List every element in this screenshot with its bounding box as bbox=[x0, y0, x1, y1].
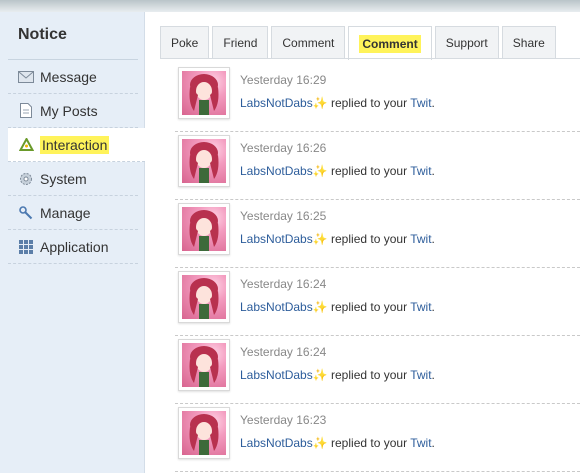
user-link[interactable]: LabsNotDabs bbox=[240, 368, 313, 382]
main-content: Poke Friend Comment Comment Support Shar… bbox=[145, 12, 580, 473]
sidebar-item-label: Application bbox=[40, 238, 109, 255]
avatar[interactable] bbox=[178, 407, 230, 459]
sidebar-title: Notice bbox=[18, 26, 67, 43]
sidebar-item-my-posts[interactable]: My Posts bbox=[8, 94, 138, 128]
tab-label: Poke bbox=[171, 36, 199, 50]
sidebar-item-interaction[interactable]: Interaction bbox=[8, 128, 145, 162]
avatar-image bbox=[182, 343, 226, 387]
tab-label: Comment bbox=[359, 34, 421, 53]
twit-link[interactable]: Twit bbox=[410, 164, 431, 178]
notification-item: Yesterday 16:26 LabsNotDabs✨ replied to … bbox=[175, 132, 580, 200]
twit-link[interactable]: Twit bbox=[410, 436, 431, 450]
tab-label: Comment bbox=[282, 36, 335, 50]
sidebar-item-label: Manage bbox=[40, 204, 91, 221]
notification-end: . bbox=[431, 300, 435, 314]
sparkle-icon: ✨ bbox=[312, 232, 328, 246]
sparkle-icon: ✨ bbox=[312, 96, 328, 110]
document-icon bbox=[18, 103, 34, 119]
notification-text: replied to your bbox=[331, 96, 408, 110]
grid-icon bbox=[18, 239, 34, 255]
twit-link[interactable]: Twit bbox=[410, 96, 431, 110]
tab-comment-active[interactable]: Comment bbox=[348, 26, 432, 60]
notification-item: Yesterday 16:29 LabsNotDabs✨ replied to … bbox=[175, 64, 580, 132]
notification-text: replied to your bbox=[331, 436, 408, 450]
sidebar-item-label: System bbox=[40, 170, 87, 187]
notification-item: Yesterday 16:24 LabsNotDabs✨ replied to … bbox=[175, 268, 580, 336]
tab-label: Friend bbox=[223, 36, 258, 50]
notification-message: LabsNotDabs✨ replied to your Twit. bbox=[240, 300, 435, 314]
notification-time: Yesterday 16:24 bbox=[240, 277, 327, 291]
avatar[interactable] bbox=[178, 67, 230, 119]
envelope-icon bbox=[18, 69, 34, 85]
tab-label: Share bbox=[512, 36, 545, 50]
notification-text: replied to your bbox=[331, 164, 408, 178]
tab-share[interactable]: Share bbox=[501, 26, 556, 59]
user-link[interactable]: LabsNotDabs bbox=[240, 164, 313, 178]
notification-time: Yesterday 16:25 bbox=[240, 209, 327, 223]
tab-support[interactable]: Support bbox=[434, 26, 499, 59]
notification-message: LabsNotDabs✨ replied to your Twit. bbox=[240, 436, 435, 450]
sidebar-item-system[interactable]: System bbox=[8, 162, 138, 196]
sidebar-item-manage[interactable]: Manage bbox=[8, 196, 138, 230]
notification-end: . bbox=[431, 232, 435, 246]
notification-end: . bbox=[431, 368, 435, 382]
avatar-image bbox=[182, 71, 226, 115]
notification-item: Yesterday 16:24 LabsNotDabs✨ replied to … bbox=[175, 336, 580, 404]
sparkle-icon: ✨ bbox=[312, 300, 328, 314]
notification-time: Yesterday 16:23 bbox=[240, 413, 327, 427]
notification-time: Yesterday 16:24 bbox=[240, 345, 327, 359]
tab-poke[interactable]: Poke bbox=[160, 26, 210, 59]
notification-text: replied to your bbox=[331, 300, 408, 314]
notification-item: Yesterday 16:25 LabsNotDabs✨ replied to … bbox=[175, 200, 580, 268]
top-banner-strip bbox=[0, 0, 580, 12]
sidebar-item-message[interactable]: Message bbox=[8, 60, 138, 94]
notice-tabs: Poke Friend Comment Comment Support Shar… bbox=[160, 26, 559, 60]
avatar-image bbox=[182, 139, 226, 183]
sidebar-item-label: Interaction bbox=[40, 135, 110, 154]
sidebar-item-label: Message bbox=[40, 68, 97, 85]
avatar-image bbox=[182, 275, 226, 319]
twit-link[interactable]: Twit bbox=[410, 232, 431, 246]
avatar[interactable] bbox=[178, 271, 230, 323]
user-link[interactable]: LabsNotDabs bbox=[240, 232, 313, 246]
notification-end: . bbox=[431, 96, 435, 110]
sparkle-icon: ✨ bbox=[312, 368, 328, 382]
user-link[interactable]: LabsNotDabs bbox=[240, 436, 313, 450]
tab-comment[interactable]: Comment bbox=[271, 26, 346, 59]
notification-text: replied to your bbox=[331, 232, 408, 246]
gear-icon bbox=[18, 171, 34, 187]
sparkle-icon: ✨ bbox=[312, 164, 328, 178]
tab-divider bbox=[160, 58, 580, 59]
user-link[interactable]: LabsNotDabs bbox=[240, 96, 313, 110]
twit-link[interactable]: Twit bbox=[410, 300, 431, 314]
notification-time: Yesterday 16:29 bbox=[240, 73, 327, 87]
user-link[interactable]: LabsNotDabs bbox=[240, 300, 313, 314]
avatar[interactable] bbox=[178, 339, 230, 391]
sidebar: Notice Message My Posts Interaction Syst… bbox=[0, 12, 145, 473]
sidebar-item-application[interactable]: Application bbox=[8, 230, 138, 264]
notification-time: Yesterday 16:26 bbox=[240, 141, 327, 155]
recycle-icon bbox=[18, 137, 34, 153]
notification-message: LabsNotDabs✨ replied to your Twit. bbox=[240, 232, 435, 246]
notification-end: . bbox=[431, 164, 435, 178]
wrench-icon bbox=[18, 205, 34, 221]
sparkle-icon: ✨ bbox=[312, 436, 328, 450]
avatar[interactable] bbox=[178, 203, 230, 255]
notification-message: LabsNotDabs✨ replied to your Twit. bbox=[240, 96, 435, 110]
notification-text: replied to your bbox=[331, 368, 408, 382]
notification-item: Yesterday 16:23 LabsNotDabs✨ replied to … bbox=[175, 404, 580, 472]
tab-label: Support bbox=[445, 36, 488, 50]
avatar-image bbox=[182, 411, 226, 455]
notification-message: LabsNotDabs✨ replied to your Twit. bbox=[240, 368, 435, 382]
notification-end: . bbox=[431, 436, 435, 450]
sidebar-item-label: My Posts bbox=[40, 102, 98, 119]
tab-friend[interactable]: Friend bbox=[212, 26, 269, 59]
twit-link[interactable]: Twit bbox=[410, 368, 431, 382]
avatar-image bbox=[182, 207, 226, 251]
notification-message: LabsNotDabs✨ replied to your Twit. bbox=[240, 164, 435, 178]
avatar[interactable] bbox=[178, 135, 230, 187]
